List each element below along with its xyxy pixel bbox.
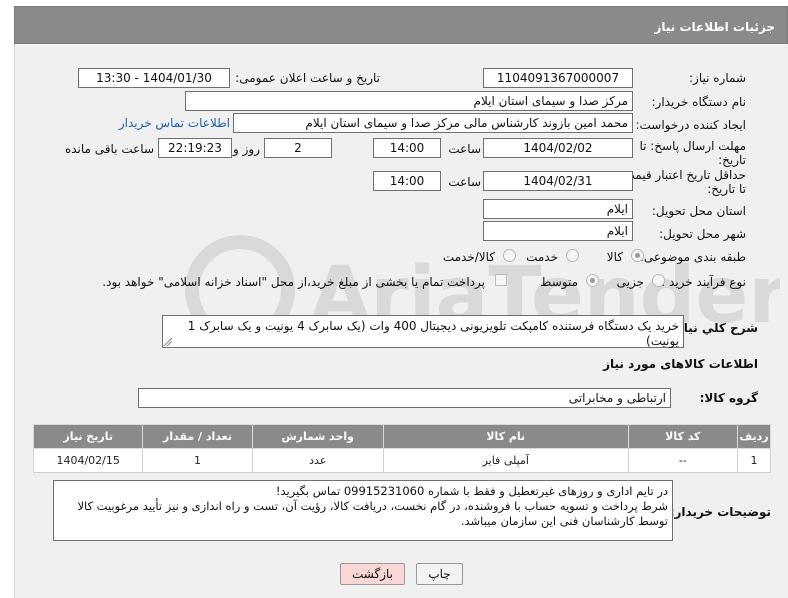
- time-remaining-field: 22:19:23: [158, 138, 232, 158]
- cell-quantity: 1: [142, 448, 253, 473]
- page-header: جزئیات اطلاعات نیاز: [14, 6, 788, 44]
- buyer-org-field: مرکز صدا و سیمای استان ایلام: [185, 91, 633, 111]
- radio-minor[interactable]: [652, 274, 665, 287]
- price-validity-label-1: حداقل تاریخ اعتبار قیمت:: [619, 168, 746, 182]
- radio-minor-label: جزیی: [616, 275, 644, 289]
- goods-group-field: ارتباطی و مخابراتی: [138, 388, 671, 408]
- hours-remaining-label: ساعت باقی مانده: [64, 142, 154, 156]
- validity-date-field: 1404/02/31: [483, 171, 633, 191]
- delivery-province-field: ایلام: [483, 199, 633, 219]
- delivery-province-label: استان محل تحویل:: [651, 204, 746, 218]
- buyer-org-label: نام دستگاه خریدار:: [651, 95, 747, 109]
- radio-goods-label: کالا: [606, 250, 623, 264]
- reply-deadline-label-2: تاریخ:: [718, 153, 746, 167]
- goods-table: ردیف کد کالا نام کالا واحد شمارش تعداد /…: [32, 424, 772, 473]
- col-header-code: کد کالا: [627, 424, 738, 449]
- payment-note: پرداخت تمام یا بخشی از مبلغ خرید،از محل …: [102, 275, 485, 289]
- col-header-quantity: تعداد / مقدار: [142, 424, 253, 449]
- col-header-unit: واحد شمارش: [251, 424, 384, 449]
- price-validity-label-2: تا تاریخ:: [707, 182, 746, 196]
- buyer-notes-label: توضیحات خریدار:: [669, 505, 771, 519]
- radio-goods-service[interactable]: [503, 249, 516, 262]
- cell-name: آمپلی فایر: [382, 448, 629, 473]
- resize-grip-icon[interactable]: [164, 338, 172, 346]
- delivery-city-field: ایلام: [483, 221, 633, 241]
- goods-group-label: گروه کالا:: [699, 391, 758, 405]
- need-number-field: 1104091367000007: [483, 68, 633, 88]
- requester-field: محمد امین بازوند کارشناس مالی مرکز صدا و…: [233, 113, 633, 133]
- general-description-text: خرید یک دستگاه فرستنده کامپکت تلویزیونی …: [187, 319, 679, 348]
- need-number-label: شماره نیاز:: [689, 71, 746, 85]
- requester-label: ایجاد کننده درخواست:: [635, 118, 746, 132]
- validity-hour-label: ساعت: [448, 175, 481, 189]
- reply-date-field: 1404/02/02: [483, 138, 633, 158]
- radio-service-label: خدمت: [526, 250, 558, 264]
- radio-medium-label: متوسط: [540, 275, 578, 289]
- reply-deadline-label-1: مهلت ارسال پاسخ: تا: [639, 139, 746, 153]
- col-header-row-number: ردیف: [736, 424, 772, 449]
- radio-medium[interactable]: [586, 274, 599, 287]
- announce-datetime-field: 1404/01/30 - 13:30: [78, 68, 230, 88]
- table-header-row: ردیف کد کالا نام کالا واحد شمارش تعداد /…: [32, 424, 772, 449]
- col-header-date: تاریخ نیاز: [32, 424, 144, 449]
- buyer-contact-link[interactable]: اطلاعات تماس خریدار: [119, 116, 230, 130]
- table-row: 1 -- آمپلی فایر عدد 1 1404/02/15: [32, 448, 772, 473]
- treasury-checkbox[interactable]: [495, 274, 507, 286]
- col-header-name: نام کالا: [382, 424, 629, 449]
- announce-datetime-label: تاریخ و ساعت اعلان عمومی:: [235, 71, 380, 85]
- general-description-field: خرید یک دستگاه فرستنده کامپکت تلویزیونی …: [162, 315, 684, 348]
- general-description-label: شرح کلي نياز:: [672, 321, 758, 335]
- cell-unit: عدد: [251, 448, 384, 473]
- goods-info-heading: اطلاعات کالاهای مورد نیاز: [603, 357, 758, 371]
- day-and-label: روز و: [233, 142, 260, 156]
- subject-class-label: طبقه بندی موضوعی:: [639, 250, 746, 264]
- reply-time-field: 14:00: [373, 138, 441, 158]
- page-title: جزئیات اطلاعات نیاز: [654, 20, 775, 34]
- days-remaining-field: 2: [264, 138, 332, 158]
- reply-hour-label: ساعت: [448, 142, 481, 156]
- cell-code: --: [627, 448, 738, 473]
- buyer-notes-field: در تایم اداری و روزهای غیرتعطیل و فقط با…: [53, 480, 673, 541]
- validity-time-field: 14:00: [373, 171, 441, 191]
- cell-row-number: 1: [736, 448, 772, 473]
- radio-service[interactable]: [566, 249, 579, 262]
- print-button[interactable]: چاپ: [416, 563, 463, 585]
- radio-goods-service-label: کالا/خدمت: [442, 250, 495, 264]
- purchase-process-label: نوع فرآیند خرید :: [661, 275, 746, 289]
- radio-goods[interactable]: [631, 249, 644, 262]
- delivery-city-label: شهر محل تحویل:: [659, 227, 746, 241]
- back-button[interactable]: بازگشت: [340, 563, 405, 585]
- cell-date: 1404/02/15: [32, 448, 144, 473]
